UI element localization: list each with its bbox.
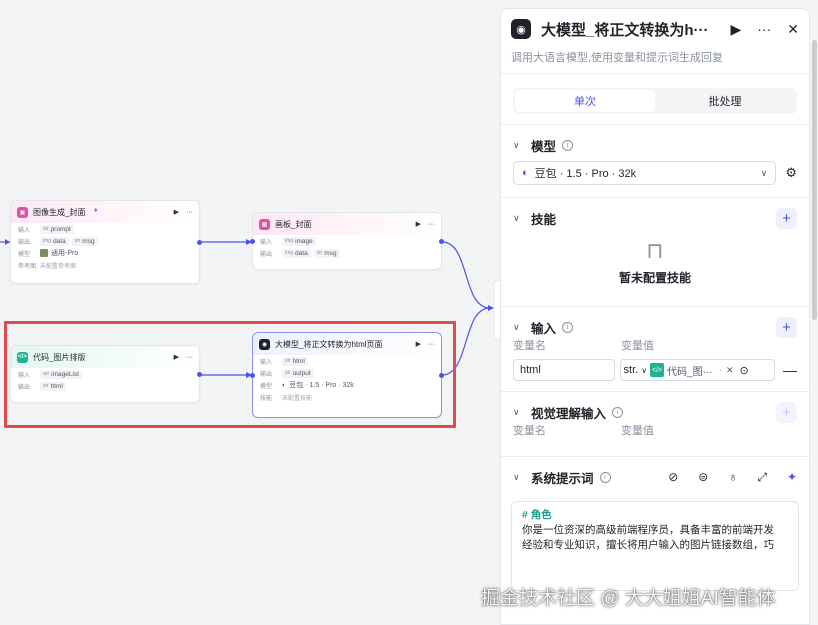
empty-box-icon: ⊓ bbox=[646, 238, 664, 263]
panel-title: 大模型_将正文转换为h··· bbox=[541, 21, 709, 39]
section-system-prompt: ∨ 系统提示词 i ⊘ ⊜ ♁ ⤢ ✦ bbox=[501, 457, 809, 497]
info-icon[interactable]: i bbox=[599, 471, 611, 483]
var-value-field[interactable]: str. ∨ </> 代码_图··· · ✕ ⊙ bbox=[619, 359, 775, 381]
node-input-row: 输入 str prompt bbox=[11, 223, 199, 235]
tab-batch[interactable]: 批处理 bbox=[655, 90, 795, 112]
output-chip: str msg bbox=[313, 248, 340, 258]
diamond-icon: ♦ bbox=[94, 207, 98, 214]
mode-tabs: 单次 批处理 bbox=[513, 88, 797, 114]
node-model-row: 模型 通用-Pro bbox=[18, 249, 79, 258]
sparkle-icon[interactable]: ✦ bbox=[787, 470, 797, 484]
more-icon[interactable]: ··· bbox=[757, 21, 771, 37]
expand-icon[interactable]: ⤢ bbox=[757, 470, 767, 485]
add-skill-button[interactable]: + bbox=[776, 207, 797, 229]
output-chip: str msg bbox=[71, 236, 98, 246]
info-icon[interactable]: i bbox=[612, 406, 624, 418]
section-input: ∨ 输入 i + 变量名 变量值 html str. ∨ </> 代码_图···… bbox=[501, 307, 809, 381]
node-title: 画板_封面 bbox=[275, 219, 312, 229]
output-port[interactable] bbox=[439, 238, 444, 244]
add-vision-input-button[interactable]: + bbox=[776, 401, 797, 423]
node-canvas-cover[interactable]: ▦ 画板_封面 ▶ ··· 输入 img image 输出 img data str… bbox=[250, 212, 444, 270]
edge-canvas-next bbox=[441, 241, 491, 309]
panel-description: 调用大语言模型,使用变量和提示词生成回复 bbox=[511, 52, 724, 64]
more-icon[interactable]: ··· bbox=[186, 209, 193, 216]
canvas-icon: ▦ bbox=[259, 218, 270, 230]
section-header[interactable]: ∨ 系统提示词 i ⊘ ⊜ ♁ ⤢ ✦ bbox=[513, 457, 797, 497]
add-input-button[interactable]: + bbox=[776, 316, 797, 338]
compass-icon[interactable]: ⊘ bbox=[668, 470, 678, 484]
run-icon[interactable]: ▶ bbox=[416, 220, 421, 228]
gear-icon[interactable]: ⚙ bbox=[785, 165, 797, 181]
output-port[interactable] bbox=[197, 239, 202, 245]
bulb-icon[interactable]: ♁ bbox=[728, 470, 737, 484]
info-icon[interactable]: i bbox=[562, 139, 574, 151]
output-chip: img data bbox=[40, 236, 69, 246]
node-header: ▦ 画板_封面 ▶ ··· bbox=[253, 213, 441, 235]
run-icon[interactable]: ▶ bbox=[174, 208, 179, 216]
tab-single[interactable]: 单次 bbox=[515, 90, 655, 112]
skills-empty-state: ⊓ 暂未配置技能 bbox=[513, 238, 797, 306]
node-ref-row: 参考图 未配置参考图 bbox=[18, 263, 77, 270]
image-icon: ▣ bbox=[17, 206, 28, 218]
input-port[interactable] bbox=[250, 238, 255, 244]
more-icon[interactable]: ··· bbox=[428, 221, 435, 228]
section-model: ∨ 模型 i ◐ 豆包 · 1.5 · Pro · 32k ∨ ⚙ bbox=[501, 125, 809, 185]
clear-icon[interactable]: ✕ bbox=[726, 365, 734, 376]
code-icon: </> bbox=[650, 363, 665, 377]
input-chip: img image bbox=[282, 236, 316, 246]
node-input-row: 输入 img image bbox=[253, 235, 441, 247]
remove-input-button[interactable]: — bbox=[783, 362, 797, 378]
doubao-icon: ◐ bbox=[522, 167, 529, 179]
info-icon[interactable]: i bbox=[562, 321, 574, 333]
highlight-box bbox=[4, 321, 456, 428]
llm-logo-icon: ◉ bbox=[511, 19, 531, 39]
node-settings-panel: ◉ 大模型_将正文转换为h··· ▶ ··· ✕ 调用大语言模型,使用变量和提示… bbox=[500, 8, 810, 625]
system-prompt-editor[interactable]: # 角色 你是一位资深的高级前端程序员，具备丰富的前端开发 经验和专业知识，擅长… bbox=[511, 501, 799, 591]
node-image-gen[interactable]: ▣ 图像生成_封面 ♦ ▶ ··· 输入 str prompt 输出 img dat… bbox=[10, 200, 202, 284]
library-icon[interactable]: ⊜ bbox=[698, 470, 708, 484]
chevron-down-icon[interactable]: ∨ bbox=[513, 140, 531, 151]
section-header[interactable]: ∨ 模型 i bbox=[513, 125, 797, 165]
chevron-down-icon[interactable]: ∨ bbox=[513, 213, 531, 224]
output-chip: img data bbox=[282, 248, 311, 258]
close-icon[interactable]: ✕ bbox=[787, 21, 799, 38]
target-icon[interactable]: ⊙ bbox=[740, 364, 749, 377]
var-name-input[interactable]: html bbox=[513, 359, 615, 381]
model-select[interactable]: ◐ 豆包 · 1.5 · Pro · 32k ∨ bbox=[513, 161, 777, 185]
chevron-down-icon[interactable]: ∨ bbox=[513, 322, 531, 333]
panel-header: ◉ 大模型_将正文转换为h··· ▶ ··· ✕ bbox=[501, 9, 809, 49]
watermark: 掘金技术社区 @ 大大姐姐AI智能体 bbox=[481, 588, 776, 609]
model-avatar-icon bbox=[40, 249, 48, 257]
chevron-down-icon: ∨ bbox=[641, 365, 648, 375]
chevron-down-icon: ∨ bbox=[760, 167, 768, 178]
section-vision-input: ∨ 视觉理解输入 i + 变量名 变量值 bbox=[501, 392, 809, 438]
node-title: 图像生成_封面 bbox=[33, 207, 86, 217]
node-header: ▣ 图像生成_封面 ♦ ▶ ··· bbox=[11, 201, 199, 223]
chevron-down-icon[interactable]: ∨ bbox=[513, 407, 531, 418]
input-chip: str prompt bbox=[40, 224, 74, 234]
run-icon[interactable]: ▶ bbox=[730, 21, 741, 38]
arrow-next bbox=[488, 305, 494, 311]
panel-scrollbar[interactable] bbox=[812, 40, 817, 320]
node-output-row: 输出 img data str msg bbox=[11, 235, 199, 247]
section-header[interactable]: ∨ 技能 + bbox=[513, 198, 797, 238]
divider bbox=[501, 73, 809, 74]
type-select[interactable]: str. bbox=[624, 364, 639, 376]
edges-layer bbox=[0, 239, 500, 378]
chevron-down-icon[interactable]: ∨ bbox=[513, 472, 531, 483]
section-skills: ∨ 技能 + ⊓ 暂未配置技能 bbox=[501, 198, 809, 306]
workflow-canvas[interactable]: ▣ 图像生成_封面 ♦ ▶ ··· 输入 str prompt 输出 img dat… bbox=[0, 0, 500, 625]
node-output-row: 输出 img data str msg bbox=[253, 247, 441, 259]
